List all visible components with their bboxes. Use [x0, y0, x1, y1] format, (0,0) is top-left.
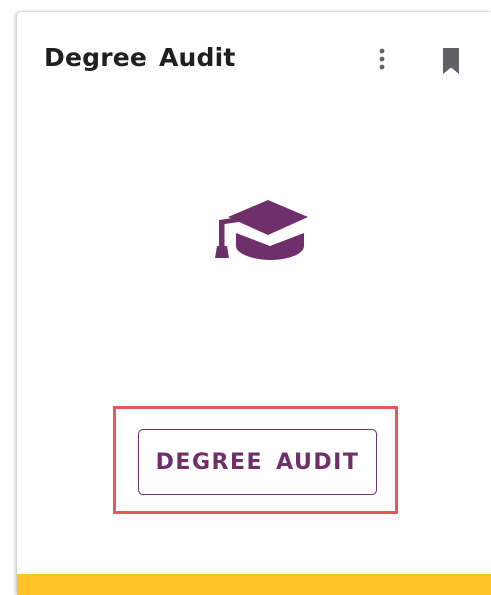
more-options-button[interactable] — [369, 44, 395, 76]
degree-audit-card: Degree Audit DEGREE AUDIT — [17, 12, 491, 595]
graduation-cap-icon — [215, 200, 308, 260]
bottom-accent-bar — [17, 574, 491, 595]
more-vertical-icon — [379, 48, 385, 70]
card-title: Degree Audit — [44, 43, 236, 72]
bookmark-button[interactable] — [436, 43, 466, 77]
bookmark-icon — [443, 48, 459, 74]
degree-audit-button[interactable]: DEGREE AUDIT — [138, 429, 377, 495]
